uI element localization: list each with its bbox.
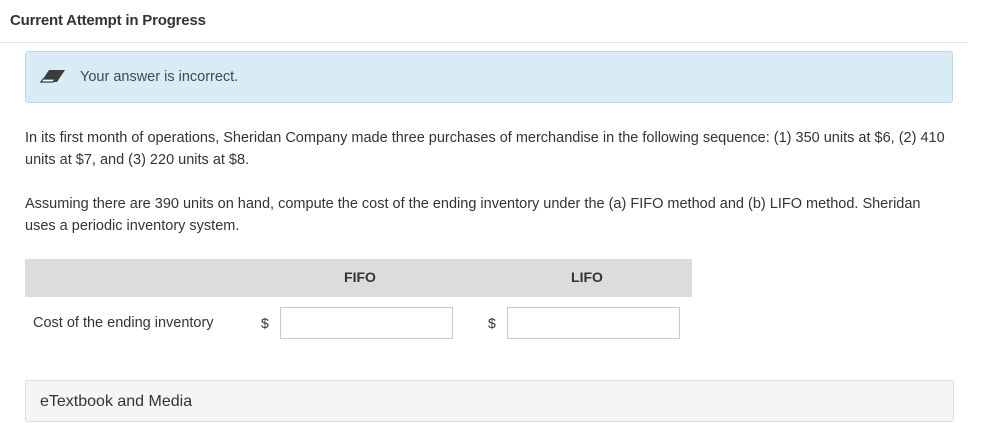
currency-symbol-fifo: $ <box>261 315 269 331</box>
question-page: Current Attempt in Progress Your answer … <box>0 0 1002 423</box>
etextbook-media-label: eTextbook and Media <box>40 393 193 410</box>
feedback-message: Your answer is incorrect. <box>80 69 239 85</box>
row-label-ending-inventory: Cost of the ending inventory <box>33 315 214 331</box>
answer-grid-header: FIFO LIFO <box>25 259 692 297</box>
lifo-ending-inventory-input[interactable] <box>507 307 680 339</box>
question-paragraph-purchases: In its first month of operations, Sherid… <box>25 130 945 168</box>
column-header-fifo: FIFO <box>344 269 376 285</box>
currency-symbol-lifo: $ <box>488 315 496 331</box>
attempt-status-title: Current Attempt in Progress <box>10 12 206 29</box>
attempt-header: Current Attempt in Progress <box>0 0 968 43</box>
etextbook-media-button[interactable]: eTextbook and Media <box>25 380 954 422</box>
feedback-alert: Your answer is incorrect. <box>25 51 953 103</box>
fifo-ending-inventory-input[interactable] <box>280 307 453 339</box>
eraser-icon <box>39 69 66 83</box>
question-paragraph-instructions: Assuming there are 390 units on hand, co… <box>25 196 921 234</box>
column-header-lifo: LIFO <box>571 269 603 285</box>
